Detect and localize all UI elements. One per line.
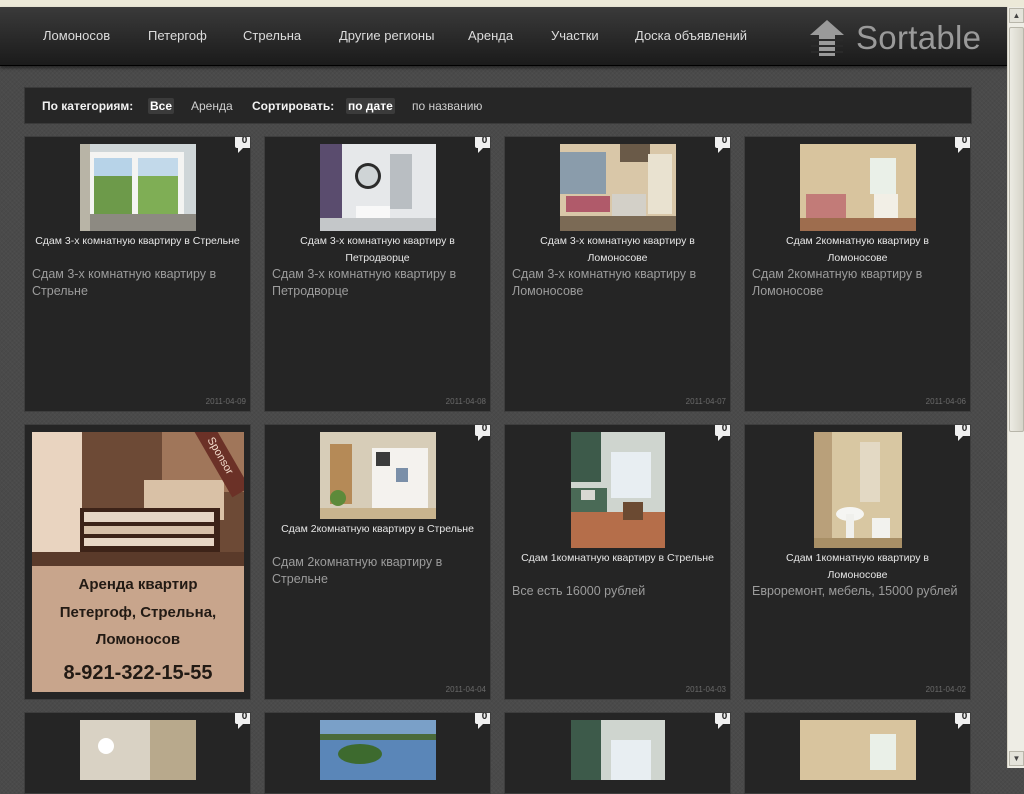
listing-date: 2011-04-07 bbox=[685, 397, 726, 406]
comment-count-badge[interactable]: 0 bbox=[235, 137, 250, 153]
comment-count-badge[interactable]: 0 bbox=[715, 713, 730, 729]
sponsor-locations: Петергоф, Стрельна, bbox=[59, 604, 217, 621]
listing-description: Сдам 2комнатную квартиру в Стрельне bbox=[272, 555, 443, 586]
comment-count-badge[interactable]: 0 bbox=[955, 137, 970, 153]
vertical-scrollbar[interactable]: ▲ ▼ bbox=[1007, 7, 1024, 768]
filter-rent-link[interactable]: Аренда bbox=[191, 99, 233, 113]
listing-title[interactable]: Сдам 3-х комнатную квартиру в Стрельне bbox=[35, 233, 240, 250]
sort-by-name-link[interactable]: по названию bbox=[412, 99, 482, 113]
top-navigation: Ломоносов Петергоф Стрельна Другие регио… bbox=[0, 7, 1007, 66]
listing-description: Сдам 3-х комнатную квартиру в Стрельне bbox=[32, 267, 217, 298]
listing-title[interactable]: Сдам 3-х комнатную квартиру в Ломоносове bbox=[515, 233, 720, 267]
listing-photo[interactable] bbox=[571, 720, 665, 780]
listing-photo[interactable] bbox=[814, 432, 902, 548]
listing-photo[interactable] bbox=[320, 720, 436, 780]
listing-title[interactable]: Сдам 2комнатную квартиру в Ломоносове bbox=[755, 233, 960, 267]
listing-photo[interactable] bbox=[560, 144, 676, 231]
listing-date: 2011-04-04 bbox=[445, 685, 486, 694]
sort-by-date-link[interactable]: по дате bbox=[346, 98, 395, 114]
window-top-edge bbox=[0, 0, 1024, 7]
listing-card[interactable]: 0 Сдам 3-х комнатную квартиру в Стрельне… bbox=[24, 136, 251, 412]
listing-date: 2011-04-03 bbox=[685, 685, 726, 694]
listing-card[interactable]: 0 bbox=[744, 712, 971, 794]
comment-count-badge[interactable]: 0 bbox=[715, 137, 730, 153]
categories-label: По категориям: bbox=[42, 99, 134, 113]
listing-photo[interactable] bbox=[800, 720, 916, 780]
nav-item-plots[interactable]: Участки bbox=[551, 28, 599, 43]
listing-date: 2011-04-06 bbox=[925, 397, 966, 406]
listing-title[interactable]: Сдам 2комнатную квартиру в Стрельне bbox=[275, 521, 480, 538]
comment-count-badge[interactable]: 0 bbox=[475, 137, 490, 153]
listing-description: Сдам 2комнатную квартиру в Ломоносове bbox=[752, 267, 923, 298]
listing-photo[interactable] bbox=[320, 144, 436, 231]
nav-item-lomonosov[interactable]: Ломоносов bbox=[43, 28, 110, 43]
listing-date: 2011-04-02 bbox=[925, 685, 966, 694]
sort-label: Сортировать: bbox=[252, 99, 335, 113]
listing-photo[interactable] bbox=[80, 144, 196, 231]
comment-count-badge[interactable]: 0 bbox=[715, 425, 730, 441]
listing-title[interactable]: Сдам 1комнатную квартиру в Ломоносове bbox=[755, 550, 960, 584]
listing-photo[interactable] bbox=[800, 144, 916, 231]
listing-photo[interactable] bbox=[571, 432, 665, 548]
listing-card[interactable]: 0 bbox=[24, 712, 251, 794]
scroll-up-icon[interactable]: ▲ bbox=[1009, 8, 1024, 23]
listing-card[interactable]: 0 Сдам 3-х комнатную квартиру в Петродво… bbox=[264, 136, 491, 412]
sponsor-location-lomonosov: Ломоносов bbox=[95, 631, 181, 648]
listing-card[interactable]: 0 Сдам 2комнатную квартиру в Ломоносове … bbox=[744, 136, 971, 412]
listing-title[interactable]: Сдам 3-х комнатную квартиру в Петродворц… bbox=[275, 233, 480, 267]
listing-title[interactable]: Сдам 1комнатную квартиру в Стрельне bbox=[515, 550, 720, 567]
nav-item-rent[interactable]: Аренда bbox=[468, 28, 513, 43]
nav-item-other-regions[interactable]: Другие регионы bbox=[339, 28, 434, 43]
nav-item-peterhof[interactable]: Петергоф bbox=[148, 28, 207, 43]
listing-card[interactable]: 0 bbox=[504, 712, 731, 794]
listing-description: Сдам 3-х комнатную квартиру в Петродворц… bbox=[272, 267, 457, 298]
filter-all-link[interactable]: Все bbox=[148, 98, 175, 114]
scroll-down-icon[interactable]: ▼ bbox=[1009, 751, 1024, 766]
listing-card[interactable]: 0 Сдам 1комнатную квартиру в Стрельне Вс… bbox=[504, 424, 731, 700]
up-arrow-box-icon bbox=[810, 20, 844, 56]
listing-photo[interactable] bbox=[80, 720, 196, 780]
sponsor-card[interactable]: Аренда квартир Петергоф, Стрельна, Ломон… bbox=[24, 424, 251, 700]
listing-date: 2011-04-08 bbox=[445, 397, 486, 406]
sponsor-headline: Аренда квартир bbox=[78, 576, 198, 593]
listing-card[interactable]: 0 Сдам 2комнатную квартиру в Стрельне Сд… bbox=[264, 424, 491, 700]
listing-card[interactable]: 0 Сдам 3-х комнатную квартиру в Ломоносо… bbox=[504, 136, 731, 412]
scrollbar-thumb[interactable] bbox=[1009, 27, 1024, 432]
listing-date: 2011-04-09 bbox=[205, 397, 246, 406]
logo-text: Sortable bbox=[856, 19, 982, 56]
sponsor-banner[interactable]: Аренда квартир Петергоф, Стрельна, Ломон… bbox=[32, 432, 244, 692]
nav-item-bulletin-board[interactable]: Доска объявлений bbox=[635, 28, 747, 43]
comment-count-badge[interactable]: 0 bbox=[235, 713, 250, 729]
listing-description: Сдам 3-х комнатную квартиру в Ломоносове bbox=[512, 267, 697, 298]
listing-description: Евроремонт, мебель, 15000 рублей bbox=[752, 584, 958, 598]
nav-item-strelna[interactable]: Стрельна bbox=[243, 28, 301, 43]
comment-count-badge[interactable]: 0 bbox=[955, 425, 970, 441]
listing-card[interactable]: 0 Сдам 1комнатную квартиру в Ломоносове … bbox=[744, 424, 971, 700]
comment-count-badge[interactable]: 0 bbox=[475, 713, 490, 729]
site-logo[interactable]: Sortable bbox=[808, 17, 981, 59]
listing-description: Все есть 16000 рублей bbox=[512, 584, 646, 598]
listing-photo[interactable] bbox=[320, 432, 436, 519]
comment-count-badge[interactable]: 0 bbox=[475, 425, 490, 441]
filter-bar: По категориям: Все Аренда Сортировать: п… bbox=[24, 87, 972, 124]
comment-count-badge[interactable]: 0 bbox=[955, 713, 970, 729]
sponsor-phone: 8-921-322-15-55 bbox=[63, 662, 213, 684]
listing-card[interactable]: 0 bbox=[264, 712, 491, 794]
